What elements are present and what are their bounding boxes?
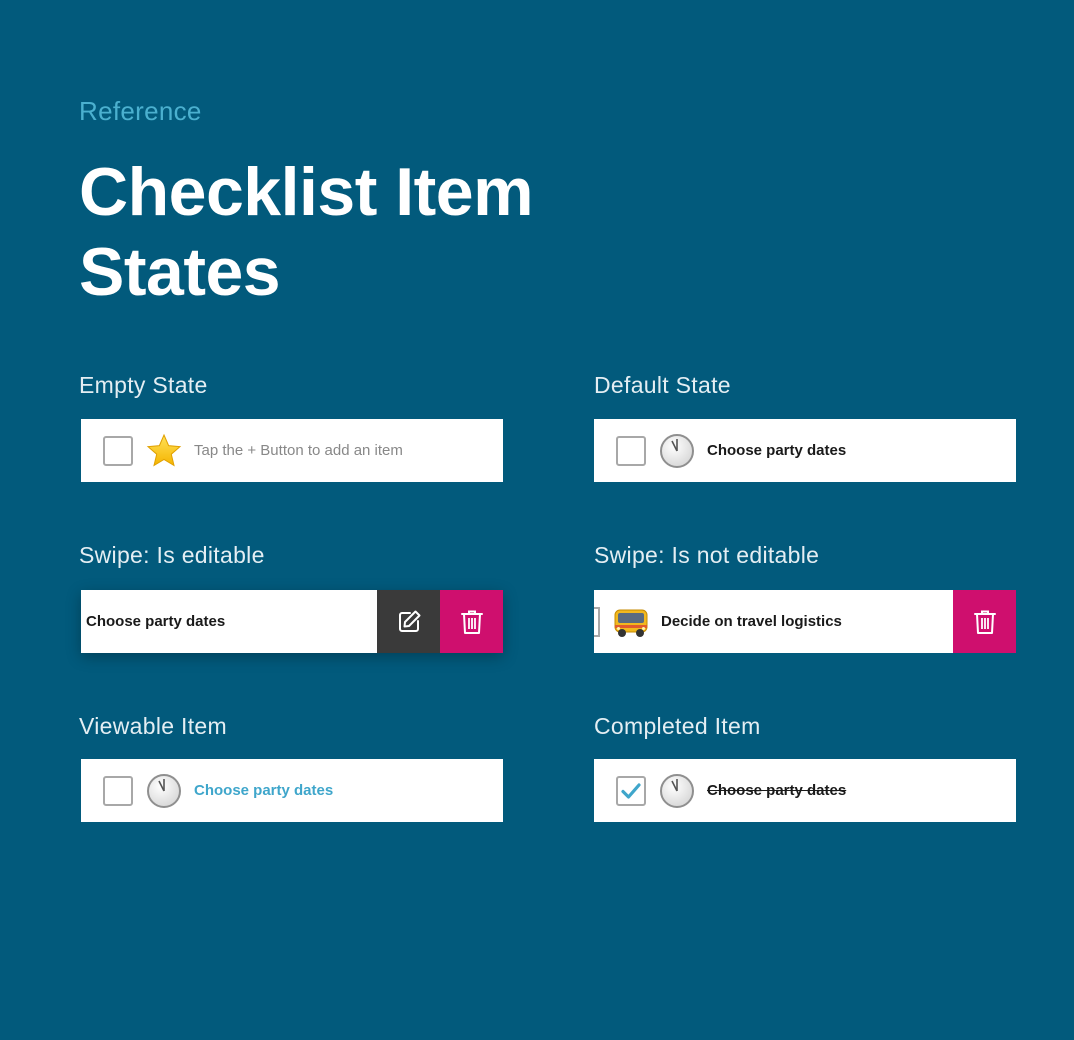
item-placeholder-text: Tap the + Button to add an item (194, 442, 403, 459)
checklist-item-default[interactable]: Choose party dates (594, 419, 1016, 482)
item-text: Choose party dates (86, 613, 226, 630)
checklist-item-viewable[interactable]: Choose party dates (81, 759, 503, 822)
checkbox-checked[interactable] (616, 775, 646, 806)
section-label-empty: Empty State (79, 372, 208, 398)
clock-icon (147, 773, 181, 808)
item-text: Choose party dates (707, 442, 847, 459)
checklist-item-swipe-not-editable[interactable]: Decide on travel logistics (594, 590, 1016, 653)
page-title: Checklist Item States (79, 154, 534, 310)
checklist-item-swipe-editable[interactable]: Choose party dates (81, 590, 503, 653)
checklist-item-empty[interactable]: Tap the + Button to add an item (81, 419, 503, 482)
checkbox-partial[interactable] (594, 606, 600, 637)
edit-icon (398, 610, 420, 632)
checklist-item-completed[interactable]: Choose party dates (594, 759, 1016, 822)
star-icon (146, 433, 182, 467)
eyebrow-label: Reference (79, 96, 202, 126)
section-label-completed: Completed Item (594, 713, 761, 739)
checkbox[interactable] (616, 435, 646, 466)
section-label-viewable: Viewable Item (79, 713, 227, 739)
item-text: Decide on travel logistics (661, 613, 842, 630)
item-link-text[interactable]: Choose party dates (194, 782, 333, 799)
bus-icon (614, 609, 648, 637)
section-label-default: Default State (594, 372, 731, 398)
section-label-swipe-not-editable: Swipe: Is not editable (594, 542, 820, 568)
clock-icon (660, 773, 694, 808)
section-label-swipe-editable: Swipe: Is editable (79, 542, 265, 568)
trash-icon (973, 610, 996, 634)
checkbox[interactable] (103, 775, 133, 806)
delete-button[interactable] (953, 590, 1016, 653)
trash-icon (460, 610, 483, 634)
checkmark-icon (621, 782, 641, 799)
checkbox[interactable] (103, 435, 133, 466)
clock-icon (660, 433, 694, 468)
delete-button[interactable] (440, 590, 503, 653)
edit-button[interactable] (377, 590, 440, 653)
item-text-completed: Choose party dates (707, 782, 847, 799)
